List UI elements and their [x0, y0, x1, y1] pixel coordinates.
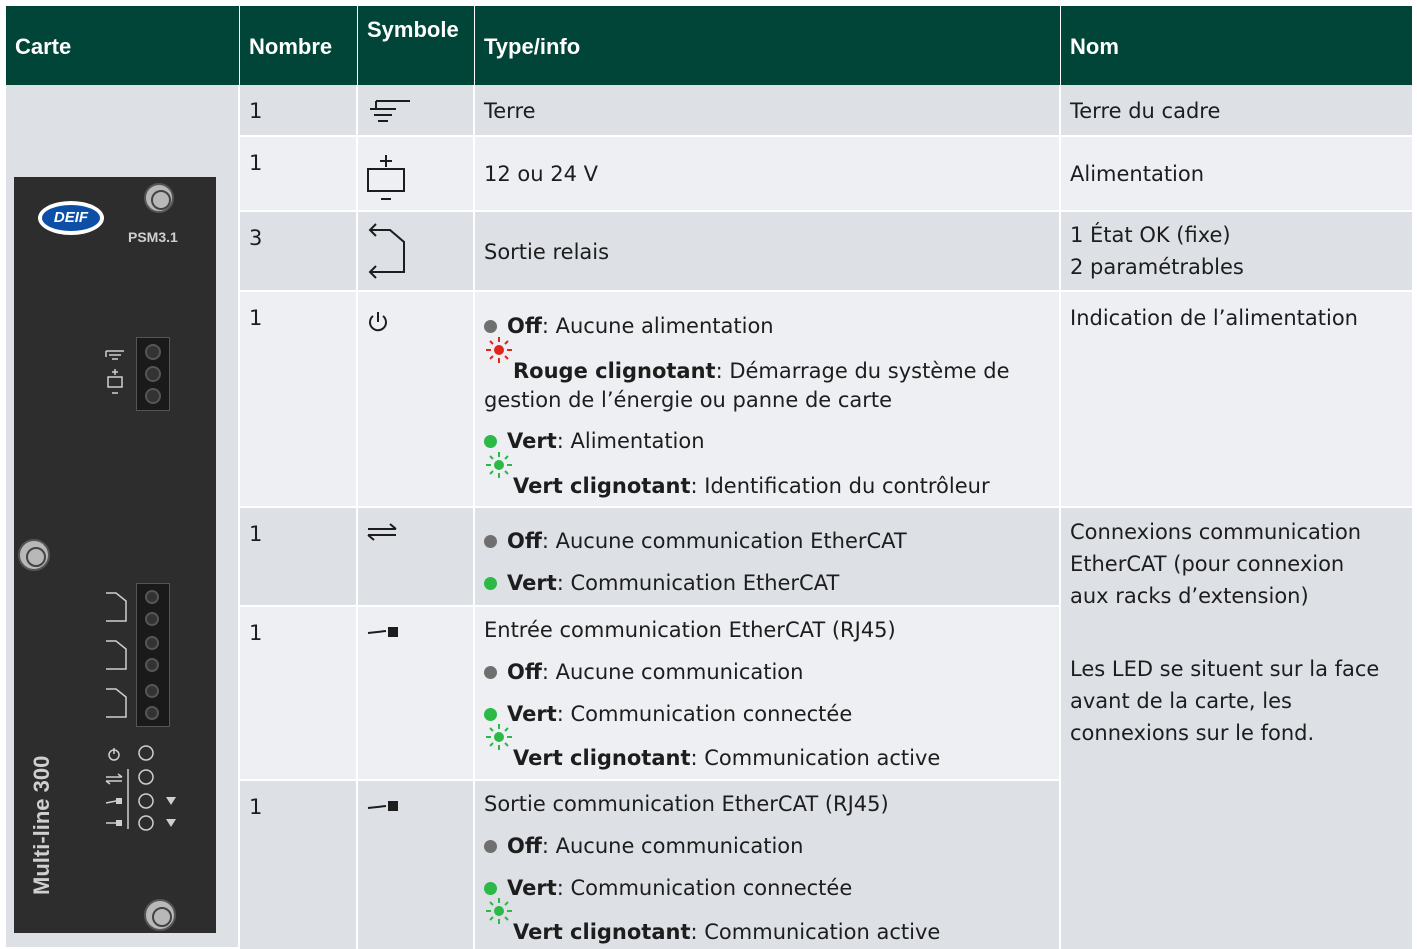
row-5-type: Off : Aucune communication EtherCAT Vert… — [475, 508, 1061, 607]
row-5-count: 1 — [240, 508, 358, 607]
green-blink-led-icon — [484, 898, 512, 942]
row-7-symbol — [358, 781, 475, 949]
row-1-count: 1 — [240, 85, 358, 137]
led-green: Vert : Communication connectée — [484, 872, 852, 904]
grey-led-icon — [484, 840, 497, 853]
row-3-symbol — [358, 212, 475, 292]
header-carte: Carte — [6, 6, 240, 85]
row-1-type: Terre — [475, 85, 1061, 137]
relay-output-icon — [368, 223, 405, 279]
row-6-type: Entrée communication EtherCAT (RJ45) Off… — [475, 607, 1061, 781]
module-table: Carte Nombre Symbole Type/info Nom DEIF … — [6, 6, 1412, 949]
card-power-symbols — [105, 350, 124, 394]
power-connector — [136, 337, 170, 411]
row-6-symbol — [358, 607, 475, 781]
card-series-label: Multi-line 300 — [29, 755, 54, 895]
green-blink-led-icon — [484, 452, 512, 496]
row-1-name: Terre du cadre — [1061, 85, 1412, 137]
ethercat-name-cell: Connexions communication EtherCAT (pour … — [1061, 508, 1412, 949]
green-led-icon — [484, 708, 497, 721]
header-type-info: Type/info — [475, 6, 1061, 85]
led-red-blink: Rouge clignotant : Démarrage du système … — [484, 337, 1010, 387]
grey-led-icon — [484, 535, 497, 548]
row-2-symbol — [358, 137, 475, 212]
deif-logo: DEIF — [38, 201, 104, 235]
row-2-name: Alimentation — [1061, 137, 1412, 212]
row-6-count: 1 — [240, 607, 358, 781]
led-green: Vert : Alimentation — [484, 425, 705, 457]
row-5-symbol — [358, 508, 475, 607]
module-card-image: DEIF PSM3.1 Multi-line 300 — [14, 177, 216, 933]
grey-led-icon — [484, 666, 497, 679]
row-4-count: 1 — [240, 292, 358, 508]
row-4-symbol — [358, 292, 475, 508]
led-green-blink: Vert clignotant : Communication active — [484, 898, 940, 948]
row-4-name: Indication de l’alimentation — [1061, 292, 1412, 508]
row-3-type: Sortie relais — [475, 212, 1061, 292]
red-blink-led-icon — [484, 337, 512, 381]
row-7-type: Sortie communication EtherCAT (RJ45) Off… — [475, 781, 1061, 949]
row-4-type: Off : Aucune alimentation Rouge clignota… — [475, 292, 1061, 508]
row-2-count: 1 — [240, 137, 358, 212]
header-nom: Nom — [1061, 6, 1412, 85]
screw-icon — [144, 183, 174, 213]
led-off: Off : Aucune alimentation — [484, 310, 774, 342]
frame-ground-icon — [370, 100, 410, 122]
led-green: Vert : Communication connectée — [484, 698, 852, 730]
card-cell: DEIF PSM3.1 Multi-line 300 — [6, 85, 240, 949]
row-3-name: 1 État OK (fixe) 2 paramétrables — [1061, 212, 1412, 292]
ethercat-out-icon — [367, 801, 398, 811]
green-blink-led-icon — [484, 724, 512, 768]
grey-led-icon — [484, 320, 497, 333]
row-1-symbol — [358, 85, 475, 137]
power-supply-icon — [367, 155, 405, 200]
card-leds — [105, 745, 176, 831]
ethercat-icon — [367, 523, 397, 541]
row-3-count: 3 — [240, 212, 358, 292]
green-led-icon — [484, 577, 497, 590]
ethercat-in-icon — [367, 627, 398, 637]
led-off: Off : Aucune communication — [484, 656, 803, 688]
row-2-type: 12 ou 24 V — [475, 137, 1061, 212]
led-green-blink: Vert clignotant : Identification du cont… — [484, 452, 990, 502]
card-model: PSM3.1 — [128, 229, 178, 245]
screw-icon — [18, 539, 50, 571]
led-green: Vert : Communication EtherCAT — [484, 567, 839, 599]
screw-icon — [144, 899, 176, 931]
header-nombre: Nombre — [240, 6, 358, 85]
green-led-icon — [484, 435, 497, 448]
led-red-blink-cont: gestion de l’énergie ou panne de carte — [484, 388, 893, 412]
row-7-count: 1 — [240, 781, 358, 949]
ethercat-out-title: Sortie communication EtherCAT (RJ45) — [484, 792, 889, 816]
power-icon — [369, 312, 387, 332]
card-relay-symbols — [106, 590, 159, 720]
led-green-blink: Vert clignotant : Communication active — [484, 724, 940, 774]
led-off: Off : Aucune communication EtherCAT — [484, 525, 907, 557]
led-off: Off : Aucune communication — [484, 830, 803, 862]
green-led-icon — [484, 882, 497, 895]
ethercat-in-title: Entrée communication EtherCAT (RJ45) — [484, 618, 896, 642]
header-symbole: Symbole — [358, 6, 475, 85]
